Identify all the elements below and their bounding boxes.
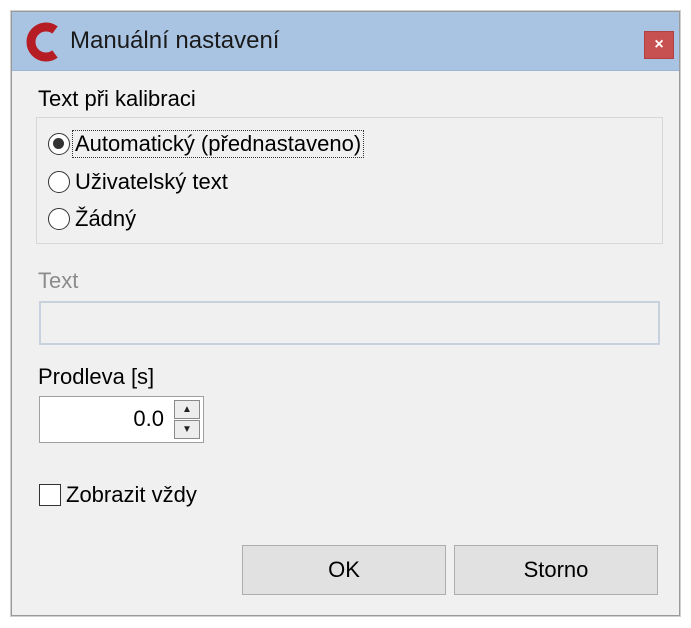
manual-settings-dialog: Manuální nastavení × Text při kalibraci … (11, 11, 680, 616)
delay-input[interactable] (42, 399, 166, 439)
close-button[interactable]: × (644, 31, 674, 59)
radio-button[interactable] (48, 208, 70, 230)
radio-none-label[interactable]: Žádný (73, 206, 138, 232)
radio-automatic-label[interactable]: Automatický (přednastaveno) (71, 130, 365, 158)
radio-button[interactable] (48, 171, 70, 193)
radio-none[interactable]: Žádný (48, 204, 138, 234)
cancel-button[interactable]: Storno (454, 545, 658, 595)
show-always-label[interactable]: Zobrazit vždy (66, 482, 197, 508)
app-logo-icon (26, 22, 58, 62)
delay-label: Prodleva [s] (38, 364, 155, 389)
show-always-checkbox-row[interactable]: Zobrazit vždy (39, 482, 197, 508)
show-always-checkbox[interactable] (39, 484, 61, 506)
radio-button-selected[interactable] (48, 133, 70, 155)
text-field-label: Text (38, 268, 79, 293)
custom-text-input[interactable] (39, 301, 660, 345)
radio-user-text[interactable]: Uživatelský text (48, 167, 230, 197)
spin-down-icon[interactable]: ▼ (174, 420, 200, 439)
delay-spinbox[interactable]: ▲ ▼ (39, 396, 204, 443)
title-bar: Manuální nastavení × (12, 12, 679, 71)
radio-automatic[interactable]: Automatický (přednastaveno) (48, 129, 365, 159)
window-title: Manuální nastavení (70, 27, 280, 54)
radio-user-text-label[interactable]: Uživatelský text (73, 169, 230, 195)
ok-button[interactable]: OK (242, 545, 446, 595)
calibration-text-label: Text při kalibraci (38, 86, 196, 111)
spin-up-icon[interactable]: ▲ (174, 400, 200, 419)
